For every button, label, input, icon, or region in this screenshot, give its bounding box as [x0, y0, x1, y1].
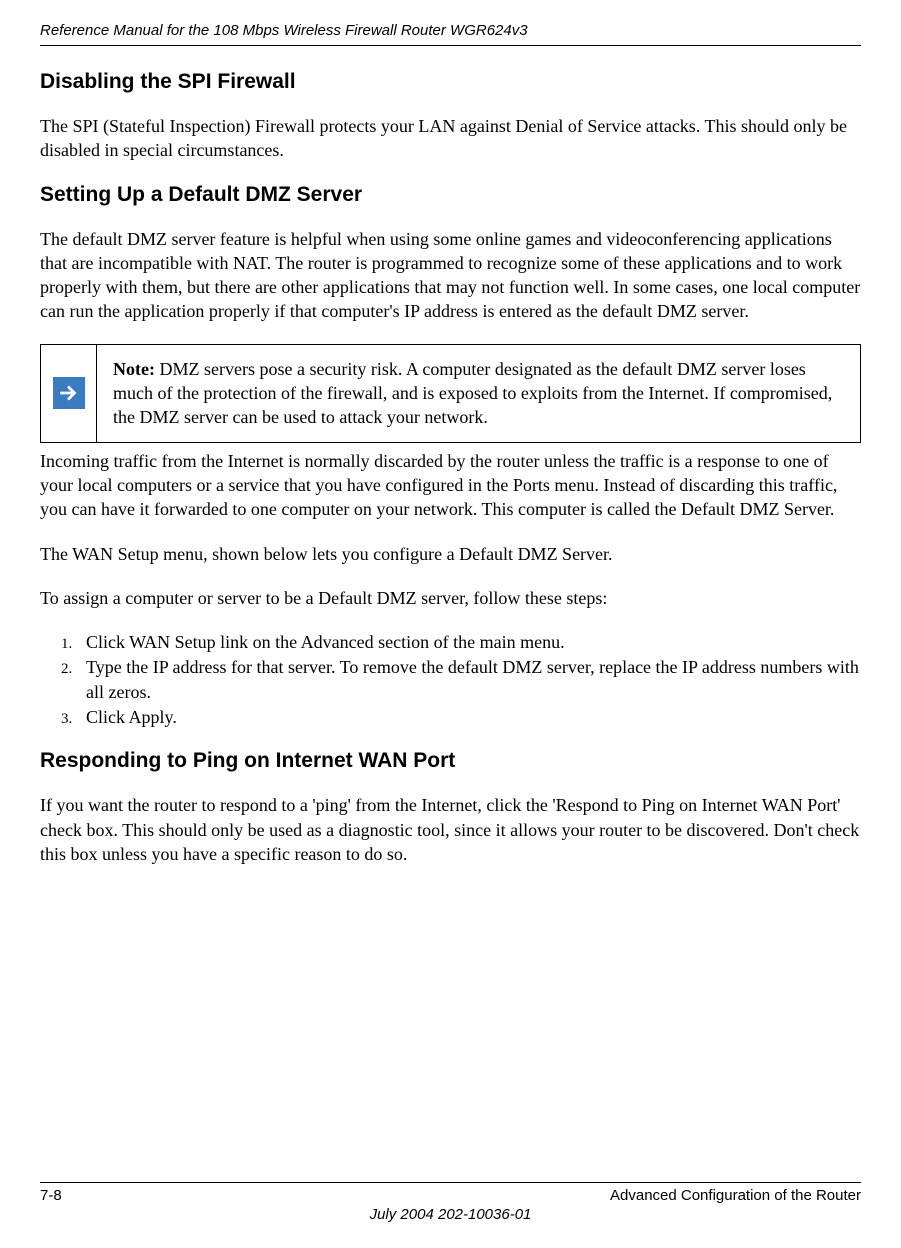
- page-footer: 7-8 Advanced Configuration of the Router…: [40, 1182, 861, 1223]
- para-dmz-3: The WAN Setup menu, shown below lets you…: [40, 542, 861, 566]
- list-item: Click WAN Setup link on the Advanced sec…: [76, 630, 861, 654]
- header-title: Reference Manual for the 108 Mbps Wirele…: [40, 22, 528, 39]
- note-box: Note: DMZ servers pose a security risk. …: [40, 344, 861, 443]
- para-dmz-2: Incoming traffic from the Internet is no…: [40, 449, 861, 522]
- footer-page-number: 7-8: [40, 1187, 62, 1204]
- note-body: DMZ servers pose a security risk. A comp…: [113, 359, 832, 428]
- heading-ping: Responding to Ping on Internet WAN Port: [40, 749, 861, 773]
- para-ping: If you want the router to respond to a '…: [40, 793, 861, 866]
- note-label: Note:: [113, 359, 155, 379]
- note-icon-cell: [41, 345, 97, 442]
- note-text: Note: DMZ servers pose a security risk. …: [97, 345, 860, 442]
- arrow-right-icon: [53, 377, 85, 409]
- list-item: Type the IP address for that server. To …: [76, 655, 861, 704]
- list-item: Click Apply.: [76, 705, 861, 729]
- heading-dmz: Setting Up a Default DMZ Server: [40, 183, 861, 207]
- footer-date: July 2004 202-10036-01: [40, 1206, 861, 1223]
- para-dmz-4: To assign a computer or server to be a D…: [40, 586, 861, 610]
- para-spi-firewall: The SPI (Stateful Inspection) Firewall p…: [40, 114, 861, 163]
- footer-chapter: Advanced Configuration of the Router: [610, 1187, 861, 1204]
- footer-line: 7-8 Advanced Configuration of the Router: [40, 1182, 861, 1204]
- steps-list: Click WAN Setup link on the Advanced sec…: [76, 630, 861, 729]
- heading-spi-firewall: Disabling the SPI Firewall: [40, 70, 861, 94]
- para-dmz-1: The default DMZ server feature is helpfu…: [40, 227, 861, 324]
- page-header: Reference Manual for the 108 Mbps Wirele…: [40, 22, 861, 46]
